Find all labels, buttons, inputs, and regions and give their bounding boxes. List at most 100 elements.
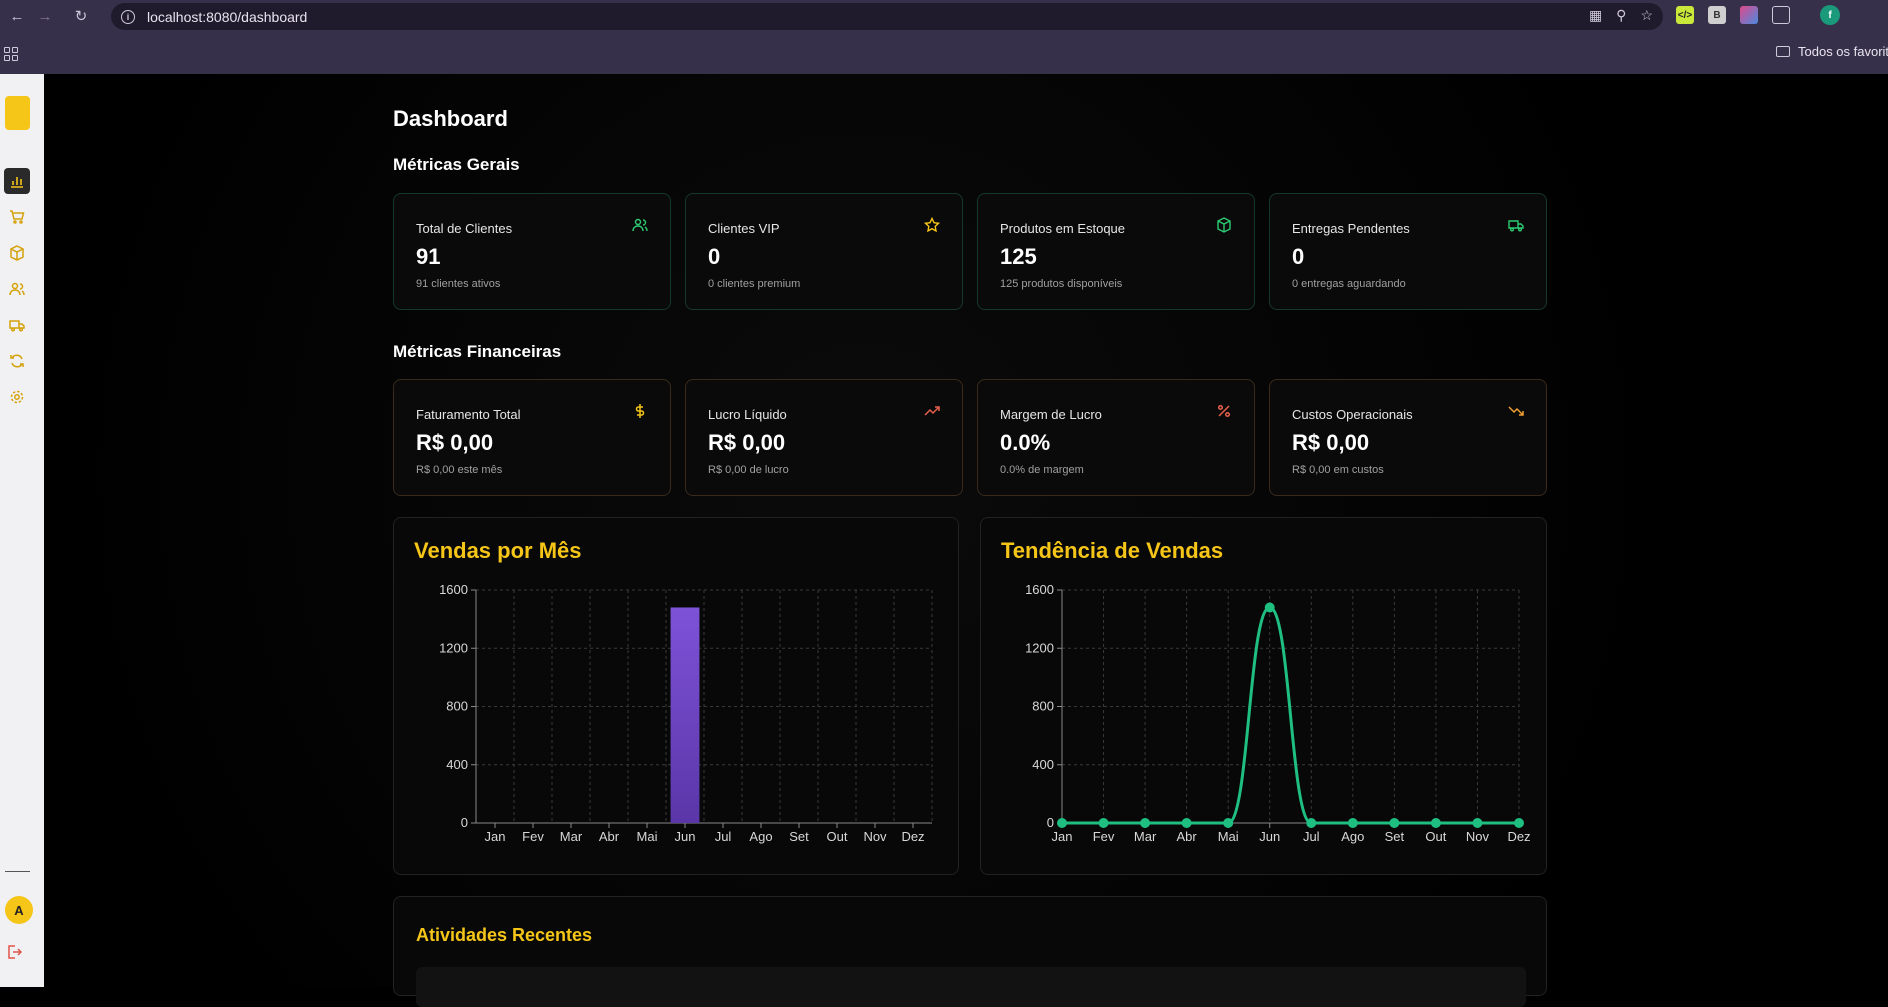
card-profit-margin[interactable]: Margem de Lucro 0.0% 0.0% de margem xyxy=(977,379,1255,496)
x-tick-label: Mai xyxy=(1218,829,1239,844)
y-tick-label: 0 xyxy=(461,815,468,830)
card-label: Lucro Líquido xyxy=(708,407,787,422)
card-pending-deliveries[interactable]: Entregas Pendentes 0 0 entregas aguardan… xyxy=(1269,193,1547,310)
app-logo[interactable] xyxy=(5,96,30,130)
general-metrics-title: Métricas Gerais xyxy=(393,155,520,174)
card-value: R$ 0,00 xyxy=(708,430,786,455)
forward-icon[interactable]: → xyxy=(34,5,56,27)
card-label: Custos Operacionais xyxy=(1292,407,1413,422)
list-item[interactable] xyxy=(416,967,1526,1007)
all-bookmarks[interactable]: Todos os favoritos xyxy=(1776,44,1888,59)
profile-avatar[interactable]: f xyxy=(1820,5,1840,25)
sidebar-item-sales[interactable] xyxy=(4,204,30,230)
x-tick-label: Out xyxy=(827,829,848,844)
x-tick-label: Mar xyxy=(1134,829,1157,844)
financial-metrics-title: Métricas Financeiras xyxy=(393,342,562,361)
trending-up-icon xyxy=(924,406,940,416)
series-line xyxy=(1062,605,1519,825)
sidebar-item-sync[interactable] xyxy=(4,348,30,374)
card-net-profit[interactable]: Lucro Líquido R$ 0,00 R$ 0,00 de lucro xyxy=(685,379,963,496)
x-tick-label: Jan xyxy=(1052,829,1073,844)
card-subtext: 0.0% de margem xyxy=(1000,464,1084,476)
card-subtext: 0 clientes premium xyxy=(708,278,801,290)
data-point[interactable] xyxy=(1098,818,1109,828)
card-label: Clientes VIP xyxy=(708,221,780,236)
card-value: 125 xyxy=(1000,244,1037,269)
address-bar[interactable]: i localhost:8080/dashboard ▦ ⚲ ☆ xyxy=(111,3,1663,30)
back-icon[interactable]: ← xyxy=(6,5,28,27)
bar[interactable] xyxy=(670,607,700,823)
card-operating-costs[interactable]: Custos Operacionais R$ 0,00 R$ 0,00 em c… xyxy=(1269,379,1547,496)
reload-icon[interactable]: ↻ xyxy=(70,5,92,27)
x-tick-label: Nov xyxy=(863,829,887,844)
card-label: Entregas Pendentes xyxy=(1292,221,1410,236)
apps-grid-icon[interactable] xyxy=(4,47,18,61)
x-tick-label: Set xyxy=(1385,829,1405,844)
card-subtext: R$ 0,00 de lucro xyxy=(708,464,789,476)
recent-activity-title: Atividades Recentes xyxy=(416,925,593,945)
x-tick-label: Jun xyxy=(1259,829,1280,844)
data-point[interactable] xyxy=(1514,818,1524,828)
translate-icon[interactable]: ▦ xyxy=(1589,7,1602,24)
x-tick-label: Jan xyxy=(485,829,506,844)
extension-b-icon[interactable]: B xyxy=(1708,6,1726,24)
site-info-icon[interactable]: i xyxy=(121,9,135,24)
data-point[interactable] xyxy=(1306,818,1317,828)
line-chart-svg: 0 400 800 1200 1600 Jan Fev Mar Abr Mai Jun Jul Ago S… xyxy=(1025,582,1530,844)
card-vip-clients[interactable]: Clientes VIP 0 0 clientes premium xyxy=(685,193,963,310)
refresh-icon xyxy=(10,354,24,368)
star-icon xyxy=(924,217,940,233)
card-subtext: 0 entregas aguardando xyxy=(1292,278,1406,290)
extension-layers-icon[interactable] xyxy=(1740,6,1758,24)
data-point[interactable] xyxy=(1057,818,1067,828)
x-tick-label: Fev xyxy=(1093,829,1115,844)
trending-down-icon xyxy=(1508,406,1524,416)
users-icon xyxy=(632,218,648,232)
logout-icon[interactable] xyxy=(6,944,22,960)
bookmark-star-icon[interactable]: ☆ xyxy=(1640,7,1653,24)
recent-activity-panel: Atividades Recentes xyxy=(393,896,1547,1007)
x-tick-label: Abr xyxy=(1177,829,1198,844)
data-point[interactable] xyxy=(1430,818,1441,828)
user-avatar[interactable]: A xyxy=(5,896,33,924)
y-tick-label: 800 xyxy=(1032,699,1054,714)
browser-toolbar: ← → ↻ i localhost:8080/dashboard ▦ ⚲ ☆ <… xyxy=(0,0,1888,32)
zoom-icon[interactable]: ⚲ xyxy=(1616,7,1626,24)
card-label: Margem de Lucro xyxy=(1000,407,1102,422)
url-text[interactable]: localhost:8080/dashboard xyxy=(147,9,307,25)
y-tick-label: 1600 xyxy=(1025,582,1054,597)
card-value: 0 xyxy=(708,244,721,269)
card-total-clients[interactable]: Total de Clientes 91 91 clientes ativos xyxy=(393,193,671,310)
sidebar-item-products[interactable] xyxy=(4,240,30,266)
card-label: Produtos em Estoque xyxy=(1000,221,1126,236)
data-point[interactable] xyxy=(1389,818,1400,828)
extensions-puzzle-icon[interactable] xyxy=(1772,6,1790,24)
x-tick-label: Fev xyxy=(522,829,544,844)
data-point[interactable] xyxy=(1347,818,1358,828)
bookmarks-bar xyxy=(0,32,1888,74)
y-tick-label: 800 xyxy=(446,699,468,714)
card-products-stock[interactable]: Produtos em Estoque 125 125 produtos dis… xyxy=(977,193,1255,310)
sidebar-item-deliveries[interactable] xyxy=(4,312,30,338)
folder-icon xyxy=(1776,46,1790,57)
card-total-revenue[interactable]: Faturamento Total R$ 0,00 R$ 0,00 este m… xyxy=(393,379,671,496)
data-point[interactable] xyxy=(1223,818,1234,828)
sidebar-item-settings[interactable] xyxy=(4,384,30,410)
users-icon xyxy=(9,282,25,296)
data-point[interactable] xyxy=(1472,818,1483,828)
data-point[interactable] xyxy=(1181,818,1192,828)
x-tick-label: Ago xyxy=(1341,829,1364,844)
truck-icon xyxy=(9,320,25,332)
extension-code-icon[interactable]: </> xyxy=(1676,6,1694,24)
x-tick-label: Nov xyxy=(1466,829,1490,844)
data-point[interactable] xyxy=(1264,602,1275,613)
x-tick-label: Abr xyxy=(599,829,620,844)
card-label: Total de Clientes xyxy=(416,221,513,236)
card-value: 0.0% xyxy=(1000,430,1051,455)
grid xyxy=(475,589,933,824)
card-subtext: R$ 0,00 em custos xyxy=(1292,464,1384,476)
page-title: Dashboard xyxy=(393,106,508,131)
sidebar-item-dashboard[interactable] xyxy=(4,168,30,194)
sidebar-item-clients[interactable] xyxy=(4,276,30,302)
data-point[interactable] xyxy=(1140,818,1151,828)
